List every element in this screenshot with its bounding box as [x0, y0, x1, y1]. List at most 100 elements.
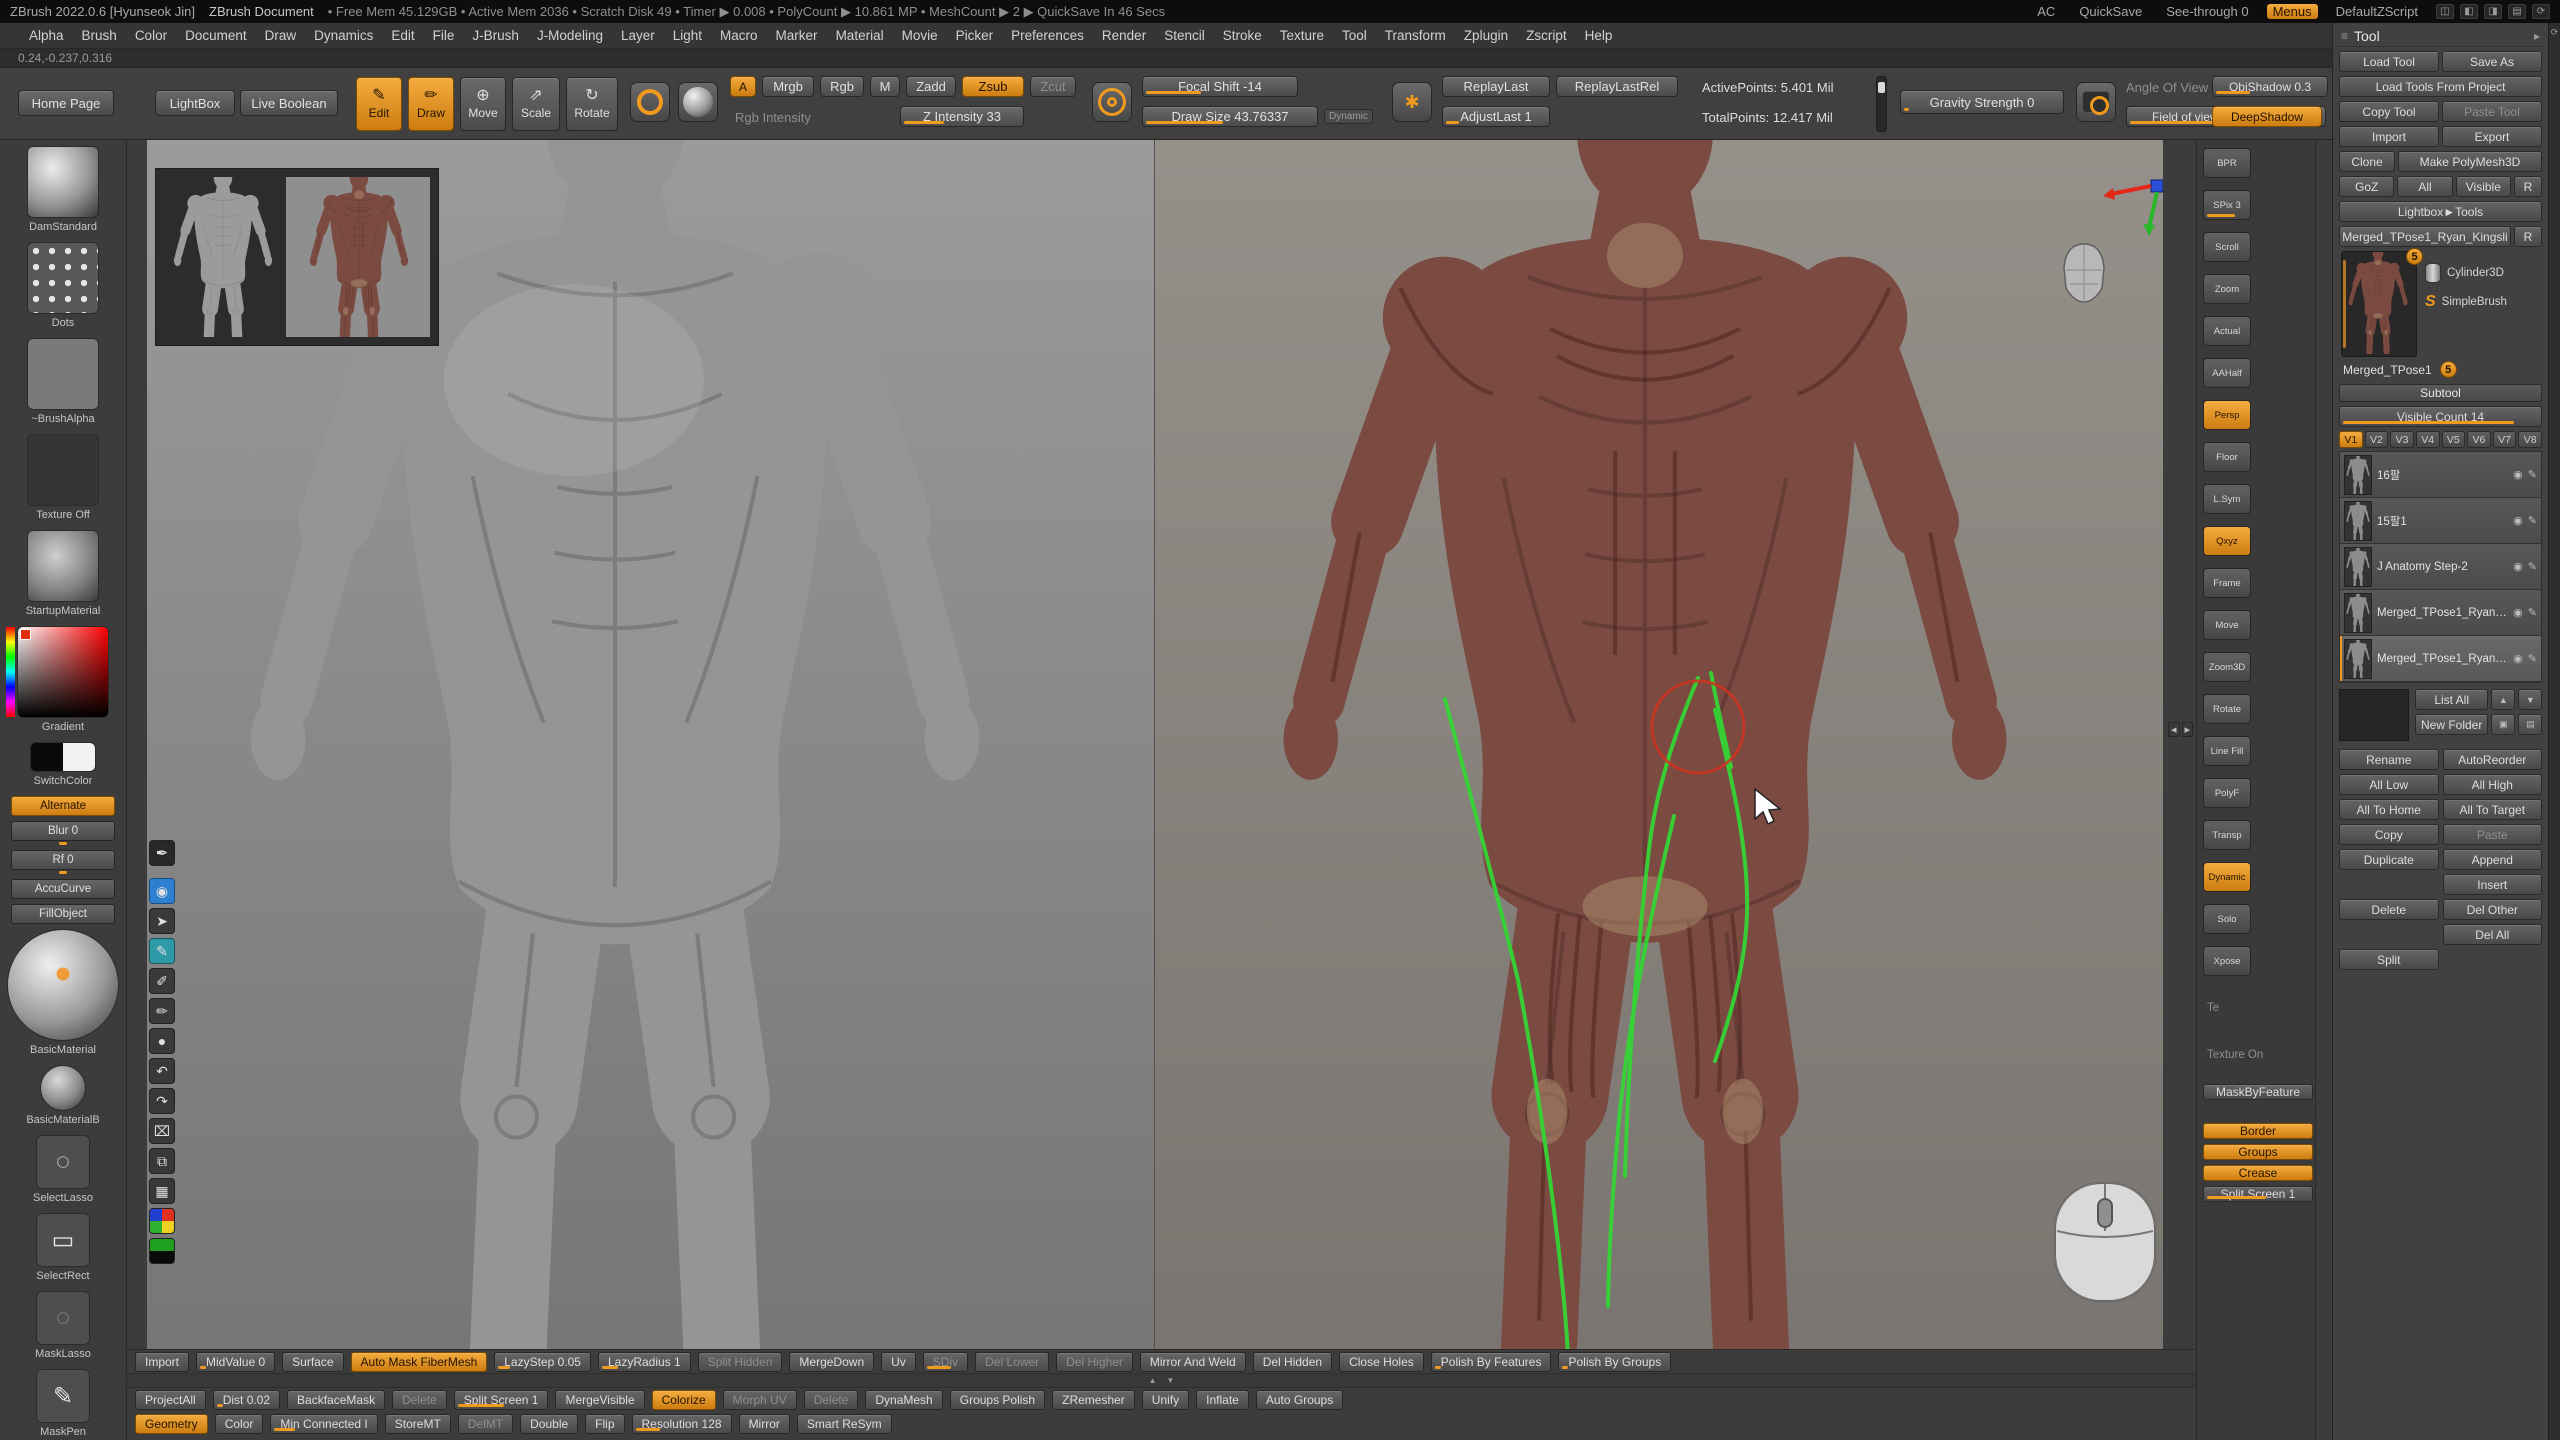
import-button[interactable]: Import	[2339, 126, 2439, 147]
material-basicmaterialb[interactable]: BasicMaterialB	[4, 1065, 122, 1126]
goz-all-button[interactable]: All	[2397, 176, 2452, 197]
visibility-eye-icon[interactable]: ◉	[2513, 514, 2523, 527]
goz-visible-button[interactable]: Visible	[2456, 176, 2511, 197]
subtool-down-icon[interactable]: ▼	[2518, 689, 2542, 710]
rotate-button[interactable]: ↻ Rotate	[566, 77, 618, 131]
export-button[interactable]: Export	[2442, 126, 2542, 147]
image-icon[interactable]: ▦	[149, 1178, 175, 1204]
action-duplicate[interactable]: Duplicate	[2339, 849, 2439, 870]
rf-slider[interactable]: Rf 0	[4, 850, 122, 874]
folder-alt-icon[interactable]: ▤	[2518, 714, 2542, 735]
tab-v7[interactable]: V7	[2493, 431, 2517, 448]
bottom-lazystep-0-05[interactable]: LazyStep 0.05	[494, 1352, 591, 1372]
tool-r-button[interactable]: R	[2514, 226, 2542, 247]
menu-j-modeling[interactable]: J-Modeling	[528, 23, 612, 48]
copy-tool-button[interactable]: Copy Tool	[2339, 101, 2439, 122]
camera-icon[interactable]	[2076, 82, 2116, 122]
canvas-viewport[interactable]: ✒◉➤✎✐✏●↶↷⌧⧉▦	[147, 140, 2163, 1349]
obj-shadow-slider[interactable]: ObjShadow 0.3	[2212, 76, 2328, 97]
menu-macro[interactable]: Macro	[711, 23, 767, 48]
switchcolor-swatches[interactable]: SwitchColor	[4, 742, 122, 787]
save-as-button[interactable]: Save As	[2442, 51, 2542, 72]
shelf-persp[interactable]: Persp	[2203, 400, 2251, 430]
tool-simplebrush[interactable]: S SimpleBrush	[2425, 293, 2507, 311]
action-insert[interactable]: Insert	[2443, 874, 2543, 895]
goz-button[interactable]: GoZ	[2339, 176, 2394, 197]
tab-v8[interactable]: V8	[2518, 431, 2542, 448]
bottom-zremesher[interactable]: ZRemesher	[1052, 1390, 1135, 1410]
draw-size-indicator[interactable]	[1092, 82, 1132, 122]
tab-v4[interactable]: V4	[2416, 431, 2440, 448]
shelf-bpr[interactable]: BPR	[2203, 148, 2251, 178]
subtool-section-header[interactable]: Subtool	[2339, 384, 2542, 402]
accucurve-button[interactable]: AccuCurve	[4, 879, 122, 899]
16팔[interactable]: 16팔 ◉ ✎	[2340, 452, 2541, 498]
bottom-delete[interactable]: Delete	[804, 1390, 859, 1410]
bottom-mergevisible[interactable]: MergeVisible	[555, 1390, 644, 1410]
visibility-eye-icon[interactable]: ◉	[2513, 606, 2523, 619]
shelf-frame[interactable]: Frame	[2203, 568, 2251, 598]
replay-tool-icon[interactable]: ✱	[1392, 82, 1432, 122]
bottom-mirror-and-weld[interactable]: Mirror And Weld	[1140, 1352, 1246, 1372]
pen-icon[interactable]: ✎	[149, 938, 175, 964]
undo-icon[interactable]: ↶	[149, 1058, 175, 1084]
bottom-dist-0-02[interactable]: Dist 0.02	[213, 1390, 280, 1410]
action-rename[interactable]: Rename	[2339, 749, 2439, 770]
menu-preferences[interactable]: Preferences	[1002, 23, 1093, 48]
focal-shift-slider[interactable]: Focal Shift -14	[1142, 76, 1298, 97]
bottom-mergedown[interactable]: MergeDown	[789, 1352, 874, 1372]
action-all-to-target[interactable]: All To Target	[2443, 799, 2543, 820]
bottom-auto-groups[interactable]: Auto Groups	[1256, 1390, 1343, 1410]
menu-document[interactable]: Document	[176, 23, 256, 48]
bottom-auto-mask-fibermesh[interactable]: Auto Mask FiberMesh	[351, 1352, 488, 1372]
draw-button[interactable]: ✏ Draw	[408, 77, 454, 131]
action-delete[interactable]: Delete	[2339, 899, 2439, 920]
bottom-del-hidden[interactable]: Del Hidden	[1253, 1352, 1332, 1372]
blur-slider[interactable]: Blur 0	[4, 821, 122, 845]
shelf-aahalf[interactable]: AAHalf	[2203, 358, 2251, 388]
visibility-eye-icon[interactable]: ◉	[2513, 468, 2523, 481]
menu-movie[interactable]: Movie	[893, 23, 947, 48]
polypaint-icon[interactable]: ✎	[2528, 514, 2537, 527]
visibility-eye-icon[interactable]: ◉	[2513, 560, 2523, 573]
shelf-spix-3[interactable]: SPix 3	[2203, 190, 2251, 220]
new-folder-button[interactable]: New Folder	[2415, 714, 2488, 735]
shelf-floor[interactable]: Floor	[2203, 442, 2251, 472]
quill-icon[interactable]: ✒	[149, 840, 175, 866]
lightbox-tools-button[interactable]: Lightbox►Tools	[2339, 201, 2542, 222]
crease-button[interactable]: Crease	[2203, 1165, 2313, 1181]
color-picker-gradient[interactable]: Gradient	[4, 626, 122, 733]
shelf-xpose[interactable]: Xpose	[2203, 946, 2251, 976]
menus-button[interactable]: Menus	[2267, 4, 2318, 19]
menu-light[interactable]: Light	[664, 23, 711, 48]
handle-down-icon[interactable]: ▼	[1167, 1376, 1175, 1385]
goz-r-button[interactable]: R	[2514, 176, 2542, 197]
bottom-midvalue-0[interactable]: MidValue 0	[196, 1352, 275, 1372]
zadd-button[interactable]: Zadd	[906, 76, 956, 97]
action-copy[interactable]: Copy	[2339, 824, 2439, 845]
load-tools-from-project-button[interactable]: Load Tools From Project	[2339, 76, 2542, 97]
Merged_TPose1_Ryan_Kingslie[interactable]: Merged_TPose1_Ryan_Kingslie ◉ ✎	[2340, 636, 2541, 682]
menu-edit[interactable]: Edit	[382, 23, 423, 48]
axis-gizmo[interactable]	[2103, 178, 2163, 238]
active-tool-name-button[interactable]: Merged_TPose1_Ryan_Kingsli	[2339, 226, 2511, 247]
menu-marker[interactable]: Marker	[767, 23, 827, 48]
brush-masklasso[interactable]: MaskLasso	[4, 1291, 122, 1360]
dynamic-badge[interactable]: Dynamic	[1324, 109, 1373, 124]
brush-selectlasso[interactable]: SelectLasso	[4, 1135, 122, 1204]
bottom-surface[interactable]: Surface	[282, 1352, 343, 1372]
document-right-view[interactable]	[1154, 140, 2163, 1349]
pen-alt-icon[interactable]: ✐	[149, 968, 175, 994]
action-del-other[interactable]: Del Other	[2443, 899, 2543, 920]
scale-button[interactable]: ⇗ Scale	[512, 77, 560, 131]
bottom-sdiv[interactable]: SDiv	[923, 1352, 968, 1372]
bottom-delete[interactable]: Delete	[392, 1390, 447, 1410]
bottom-unify[interactable]: Unify	[1142, 1390, 1189, 1410]
replay-last-rel-button[interactable]: ReplayLastRel	[1556, 76, 1678, 97]
tab-v6[interactable]: V6	[2467, 431, 2491, 448]
mrgb-button[interactable]: Mrgb	[762, 76, 814, 97]
tab-v3[interactable]: V3	[2390, 431, 2414, 448]
layout-split-icon[interactable]: ◫	[2436, 4, 2454, 19]
menu-dynamics[interactable]: Dynamics	[305, 23, 382, 48]
bottom-uv[interactable]: Uv	[881, 1352, 916, 1372]
